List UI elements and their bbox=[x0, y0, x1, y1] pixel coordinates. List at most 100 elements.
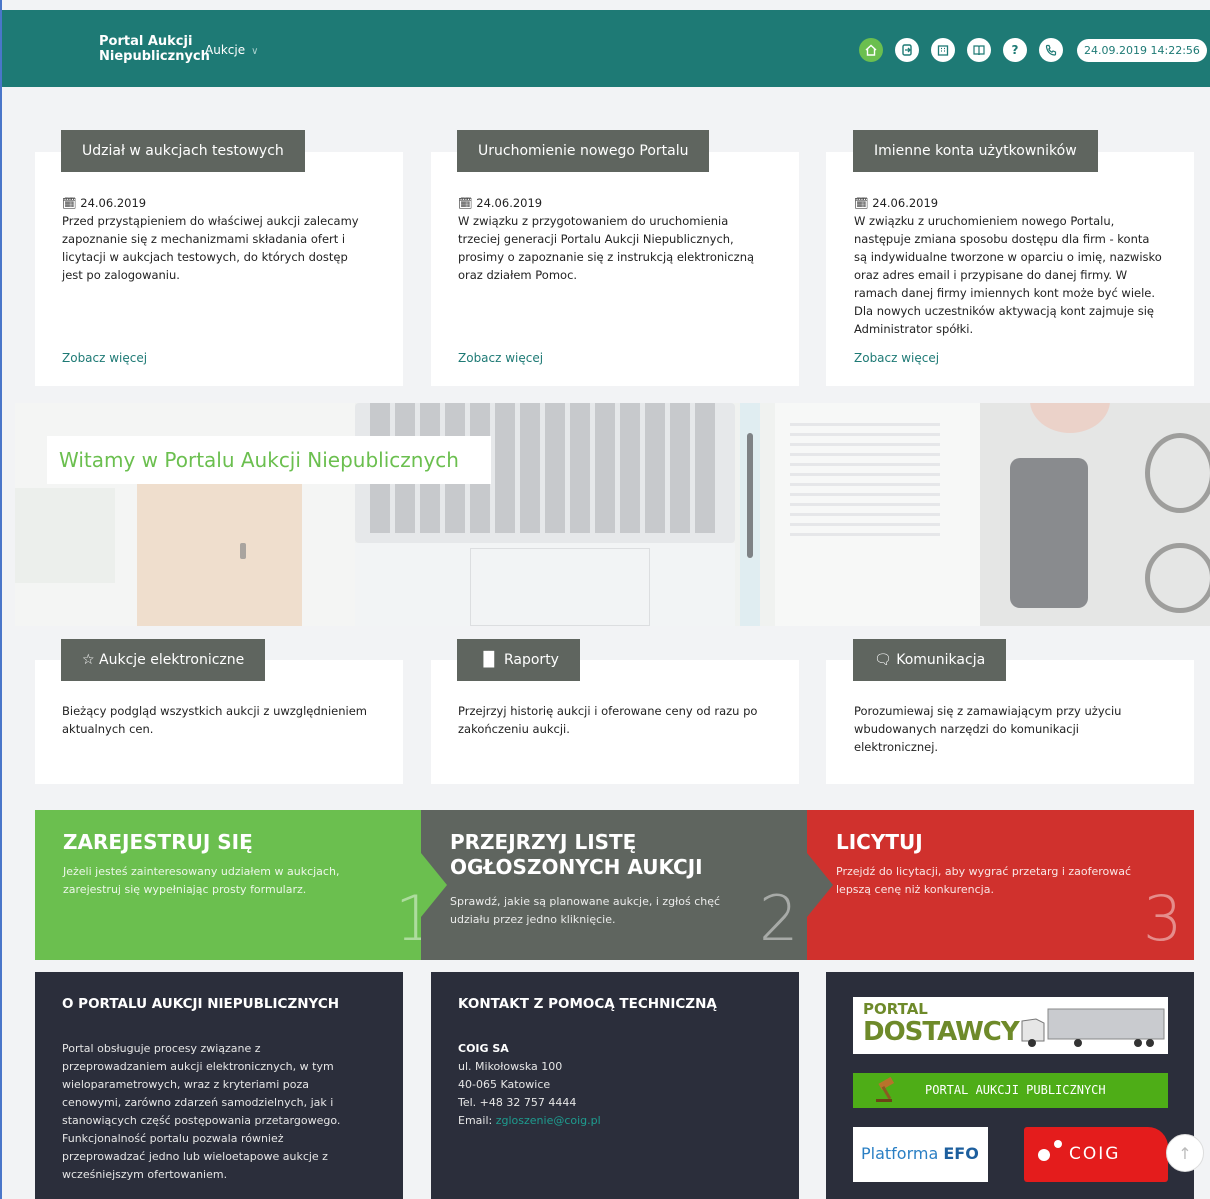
efo-label: Platforma EFO bbox=[861, 1144, 979, 1163]
coig-label: COIG bbox=[1069, 1144, 1121, 1164]
phone-icon[interactable] bbox=[1039, 38, 1063, 62]
feature-card-2-text: Przejrzyj historię aukcji i oferowane ce… bbox=[458, 702, 757, 738]
news-card-2-title: Uruchomienie nowego Portalu bbox=[457, 130, 710, 172]
footer-about-text: Portal obsługuje procesy związane z prze… bbox=[62, 1040, 340, 1184]
news-card-3-text: W związku z uruchomieniem nowego Portalu… bbox=[854, 212, 1162, 338]
step-3-number: 3 bbox=[1143, 882, 1183, 955]
footer-partners: PORTAL DOSTAWCY PORTAL AUKCJI PUBLICZNYC… bbox=[826, 972, 1194, 1199]
footer-about-line: wieloparametrowych, wraz z kryteriami po… bbox=[62, 1078, 310, 1091]
step-browse-auctions[interactable]: PRZEJRZYJ LISTĘ OGŁOSZONYCH AUKCJI Spraw… bbox=[421, 810, 809, 960]
coig-dot-icon bbox=[1038, 1149, 1050, 1161]
news-card-1-line: licytacji w aukcjach testowych, do który… bbox=[62, 250, 348, 264]
step-3-title: LICYTUJ bbox=[836, 830, 923, 854]
brand-line-2: Niepublicznych bbox=[99, 49, 210, 64]
feature-card-2-line: zakończeniu aukcji. bbox=[458, 722, 570, 736]
step-bid[interactable]: LICYTUJ Przejdź do licytacji, aby wygrać… bbox=[807, 810, 1194, 960]
feature-card-3-text: Porozumiewaj się z zamawiającym przy uży… bbox=[854, 702, 1121, 756]
step-register[interactable]: ZAREJESTRUJ SIĘ Jeżeli jesteś zaintereso… bbox=[35, 810, 434, 960]
book-icon[interactable] bbox=[967, 38, 991, 62]
contact-city: 40-065 Katowice bbox=[458, 1078, 551, 1091]
footer-contact-title: KONTAKT Z POMOCĄ TECHNICZNĄ bbox=[458, 996, 717, 1012]
brand-logo[interactable]: Portal Aukcji Niepublicznych bbox=[99, 34, 210, 64]
step-2-number: 2 bbox=[759, 882, 799, 955]
arrow-up-icon: ↑ bbox=[1178, 1143, 1192, 1163]
news-card-2-line: W związku z przygotowaniem do uruchomien… bbox=[458, 214, 729, 228]
news-card-1-title: Udział w aukcjach testowych bbox=[61, 130, 305, 172]
feature-card-2-line: Przejrzyj historię aukcji i oferowane ce… bbox=[458, 704, 758, 718]
news-card-3-line: Dla nowych uczestników aktywacją kont za… bbox=[854, 304, 1154, 318]
news-card-2-line: prosimy o zapoznanie się z instrukcją el… bbox=[458, 250, 755, 264]
step-2-line: Sprawdź, jakie są planowane aukcje, i zg… bbox=[450, 895, 721, 908]
login-icon[interactable] bbox=[895, 38, 919, 62]
news-card-3-line: W związku z uruchomieniem nowego Portalu… bbox=[854, 214, 1115, 228]
portal-dostawcy-logo[interactable]: PORTAL DOSTAWCY bbox=[853, 997, 1168, 1054]
feature-card-1-text: Bieżący podgląd wszystkich aukcji z uwzg… bbox=[62, 702, 367, 738]
publiczne-label: PORTAL AUKCJI PUBLICZNYCH bbox=[925, 1083, 1106, 1097]
news-card-2-line: oraz działem Pomoc. bbox=[458, 268, 578, 282]
efo-suffix: EFO bbox=[943, 1144, 979, 1163]
portal-aukcji-publicznych-logo[interactable]: PORTAL AUKCJI PUBLICZNYCH bbox=[853, 1073, 1168, 1108]
feature-card-1-header: ☆ Aukcje elektroniczne bbox=[61, 639, 266, 681]
news-card-1-line: Przed przystąpieniem do właściwej aukcji… bbox=[62, 214, 359, 228]
news-card-3-line: ramach danej firmy imiennych kont może b… bbox=[854, 286, 1156, 300]
menu-aukcje-label: Aukcje bbox=[205, 43, 246, 57]
help-icon[interactable]: ? bbox=[1003, 38, 1027, 62]
step-1-text: Jeżeli jesteś zainteresowany udziałem w … bbox=[63, 863, 339, 899]
news-card-2-line: trzeciej generacji Portalu Aukcji Niepub… bbox=[458, 232, 734, 246]
step-2-line: udziału przez jedno kliknięcie. bbox=[450, 913, 616, 926]
home-icon[interactable] bbox=[859, 38, 883, 62]
chat-icon: 🗨 bbox=[874, 652, 897, 668]
footer-about-line: cenowymi, zarówno zdarzeń samodzielnych,… bbox=[62, 1096, 334, 1109]
news-card-1-text: Przed przystąpieniem do właściwej aukcji… bbox=[62, 212, 359, 284]
coig-logo[interactable]: COIG bbox=[1024, 1127, 1168, 1182]
step-2-title-line: OGŁOSZONYCH AUKCJI bbox=[450, 855, 703, 879]
footer-about: O PORTALU AUKCJI NIEPUBLICZNYCH Portal o… bbox=[35, 972, 403, 1199]
footer-about-line: wcześniejszym ofertowaniem. bbox=[62, 1168, 228, 1181]
gavel-icon bbox=[876, 1077, 895, 1102]
top-header: Portal Aukcji Niepublicznych Aukcje ∨ ? 2… bbox=[2, 10, 1210, 87]
step-1-line: Jeżeli jesteś zainteresowany udziałem w … bbox=[63, 865, 340, 878]
welcome-title: Witamy w Portalu Aukcji Niepublicznych bbox=[47, 436, 491, 484]
chevron-down-icon: ∨ bbox=[251, 46, 259, 57]
building-icon[interactable] bbox=[931, 38, 955, 62]
server-datetime: 24.09.2019 14:22:56 bbox=[1077, 39, 1207, 62]
news-card-3-line: następuje zmiana sposobu dostępu dla fir… bbox=[854, 232, 1150, 246]
footer-about-title: O PORTALU AUKCJI NIEPUBLICZNYCH bbox=[62, 996, 340, 1012]
step-3-line: Przejdź do licytacji, aby wygrać przetar… bbox=[836, 865, 1132, 878]
footer-about-line: Funkcjonalność portalu pozwala również bbox=[62, 1132, 284, 1145]
footer-about-line: przeprowadzać jedno lub wieloetapowe auk… bbox=[62, 1150, 328, 1163]
step-arrow bbox=[807, 853, 833, 917]
feature-card-2-title: Raporty bbox=[503, 652, 559, 668]
calendar-icon: 🗓 bbox=[458, 196, 477, 210]
menu-aukcje[interactable]: Aukcje ∨ bbox=[205, 43, 258, 57]
brand-line-1: Portal Aukcji bbox=[99, 34, 193, 49]
news-card-2-date: 24.06.2019 bbox=[476, 196, 543, 210]
dostawcy-line-1: PORTAL bbox=[863, 1000, 928, 1018]
scroll-to-top-button[interactable]: ↑ bbox=[1166, 1134, 1204, 1172]
news-card-1-line: zapoznanie się z mechanizmami składania … bbox=[62, 232, 346, 246]
header-icon-bar: ? bbox=[859, 38, 1063, 62]
news-card-2-text: W związku z przygotowaniem do uruchomien… bbox=[458, 212, 754, 284]
contact-email-link[interactable]: zgloszenie@coig.pl bbox=[496, 1114, 601, 1127]
feature-card-2-header: ▐▌ Raporty bbox=[457, 639, 580, 681]
step-3-line: lepszą cenę niż konkurencja. bbox=[836, 883, 994, 896]
chart-icon: ▐▌ bbox=[478, 652, 504, 668]
news-card-3-more-link[interactable]: Zobacz więcej bbox=[854, 351, 939, 365]
news-card-2-more-link[interactable]: Zobacz więcej bbox=[458, 351, 543, 365]
dostawcy-line-2: DOSTAWCY bbox=[863, 1017, 1020, 1047]
news-card-3-title: Imienne konta użytkowników bbox=[853, 130, 1098, 172]
feature-card-1-line: Bieżący podgląd wszystkich aukcji z uwzg… bbox=[62, 704, 367, 718]
feature-card-1-line: aktualnych cen. bbox=[62, 722, 154, 736]
news-card-1-date: 24.06.2019 bbox=[80, 196, 147, 210]
news-card-2-date-row: 🗓 24.06.2019 bbox=[458, 196, 542, 210]
feature-card-1-title: Aukcje elektroniczne bbox=[99, 652, 245, 668]
calendar-icon: 🗓 bbox=[62, 196, 81, 210]
contact-phone: Tel. +48 32 757 4444 bbox=[458, 1096, 577, 1109]
platforma-efo-logo[interactable]: Platforma EFO bbox=[853, 1127, 988, 1182]
efo-prefix: Platforma bbox=[861, 1144, 939, 1163]
news-card-1-more-link[interactable]: Zobacz więcej bbox=[62, 351, 147, 365]
star-icon: ☆ bbox=[82, 652, 100, 668]
feature-card-3-line: wbudowanych narzędzi do komunikacji bbox=[854, 722, 1079, 736]
footer-about-line: stanowiących część postępowania przetarg… bbox=[62, 1114, 341, 1127]
step-1-line: zarejestruj się wypełniając prosty formu… bbox=[63, 883, 307, 896]
